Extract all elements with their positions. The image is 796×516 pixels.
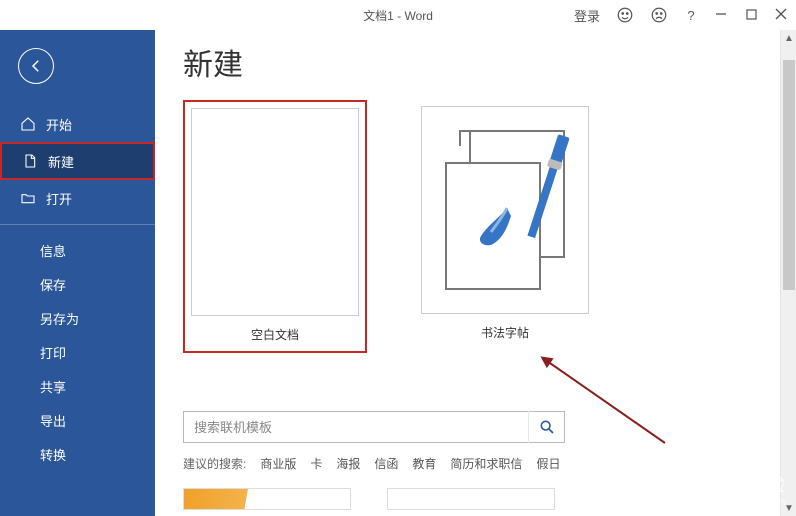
maximize-button[interactable]	[744, 8, 758, 23]
suggest-link[interactable]: 卡	[310, 455, 322, 472]
sidebar-item-saveas[interactable]: 另存为	[0, 301, 155, 335]
sidebar-item-transform[interactable]: 转换	[0, 437, 155, 471]
sidebar-item-home[interactable]: 开始	[0, 106, 155, 142]
sidebar-item-print[interactable]: 打印	[0, 335, 155, 369]
back-button[interactable]	[18, 48, 54, 84]
template-preview-strip	[183, 488, 768, 510]
sidebar-item-label: 开始	[46, 115, 72, 134]
window-title: 文档1 - Word	[363, 7, 433, 24]
blank-doc-thumb	[191, 108, 359, 316]
sidebar-item-new[interactable]: 新建	[0, 142, 155, 180]
suggest-link[interactable]: 商业版	[260, 455, 296, 472]
vertical-scrollbar[interactable]: ▲ ▼	[780, 30, 796, 516]
suggest-link[interactable]: 假日	[536, 455, 560, 472]
sidebar-item-share[interactable]: 共享	[0, 369, 155, 403]
folder-open-icon	[20, 190, 36, 206]
search-icon	[539, 419, 555, 435]
sidebar-item-label: 新建	[48, 152, 74, 171]
scroll-thumb[interactable]	[783, 60, 795, 290]
search-button[interactable]	[528, 411, 564, 443]
login-link[interactable]: 登录	[574, 6, 600, 25]
home-icon	[20, 116, 36, 132]
suggested-searches: 建议的搜索: 商业版 卡 海报 信函 教育 简历和求职信 假日	[183, 455, 768, 472]
scroll-up-icon[interactable]: ▲	[781, 30, 796, 46]
app-name: Word	[404, 9, 432, 23]
calligraphy-thumb	[421, 106, 589, 314]
new-doc-icon	[22, 153, 38, 169]
sidebar-item-open[interactable]: 打开	[0, 180, 155, 216]
main-panel: 新建 空白文档	[155, 30, 796, 516]
suggest-link[interactable]: 海报	[336, 455, 360, 472]
template-search-box	[183, 411, 565, 443]
template-blank[interactable]: 空白文档	[191, 108, 359, 351]
help-icon[interactable]: ?	[684, 8, 698, 23]
title-bar-controls: 登录 ?	[574, 6, 788, 25]
sidebar-separator	[0, 224, 155, 225]
template-gallery: 空白文档	[183, 100, 768, 353]
preview-item[interactable]	[387, 488, 555, 510]
scroll-down-icon[interactable]: ▼	[781, 500, 796, 516]
title-bar: 文档1 - Word 登录 ?	[0, 0, 796, 30]
smile-icon[interactable]	[616, 6, 634, 24]
sidebar-item-label: 打开	[46, 189, 72, 208]
sidebar-item-info[interactable]: 信息	[0, 233, 155, 267]
page-title: 新建	[183, 40, 768, 84]
suggest-link[interactable]: 教育	[412, 455, 436, 472]
template-label: 书法字帖	[481, 324, 529, 341]
template-search-input[interactable]	[184, 420, 528, 435]
minimize-button[interactable]	[714, 8, 728, 23]
suggest-label: 建议的搜索:	[183, 455, 246, 472]
preview-item[interactable]	[183, 488, 351, 510]
suggest-link[interactable]: 信函	[374, 455, 398, 472]
backstage-sidebar: 开始 新建 打开 信息 保存 另存为 打印 共享 导出 转换	[0, 30, 155, 516]
sidebar-item-save[interactable]: 保存	[0, 267, 155, 301]
template-label: 空白文档	[251, 326, 299, 343]
sidebar-item-export[interactable]: 导出	[0, 403, 155, 437]
frown-icon[interactable]	[650, 6, 668, 24]
close-button[interactable]	[774, 8, 788, 23]
brush-stroke-icon	[469, 202, 517, 250]
template-blank-highlighted: 空白文档	[183, 100, 367, 353]
search-section: 建议的搜索: 商业版 卡 海报 信函 教育 简历和求职信 假日	[183, 411, 768, 510]
doc-name: 文档1	[363, 9, 394, 23]
template-calligraphy[interactable]: 书法字帖	[421, 106, 589, 349]
suggest-link[interactable]: 简历和求职信	[450, 455, 522, 472]
template-calligraphy-box: 书法字帖	[415, 100, 595, 353]
